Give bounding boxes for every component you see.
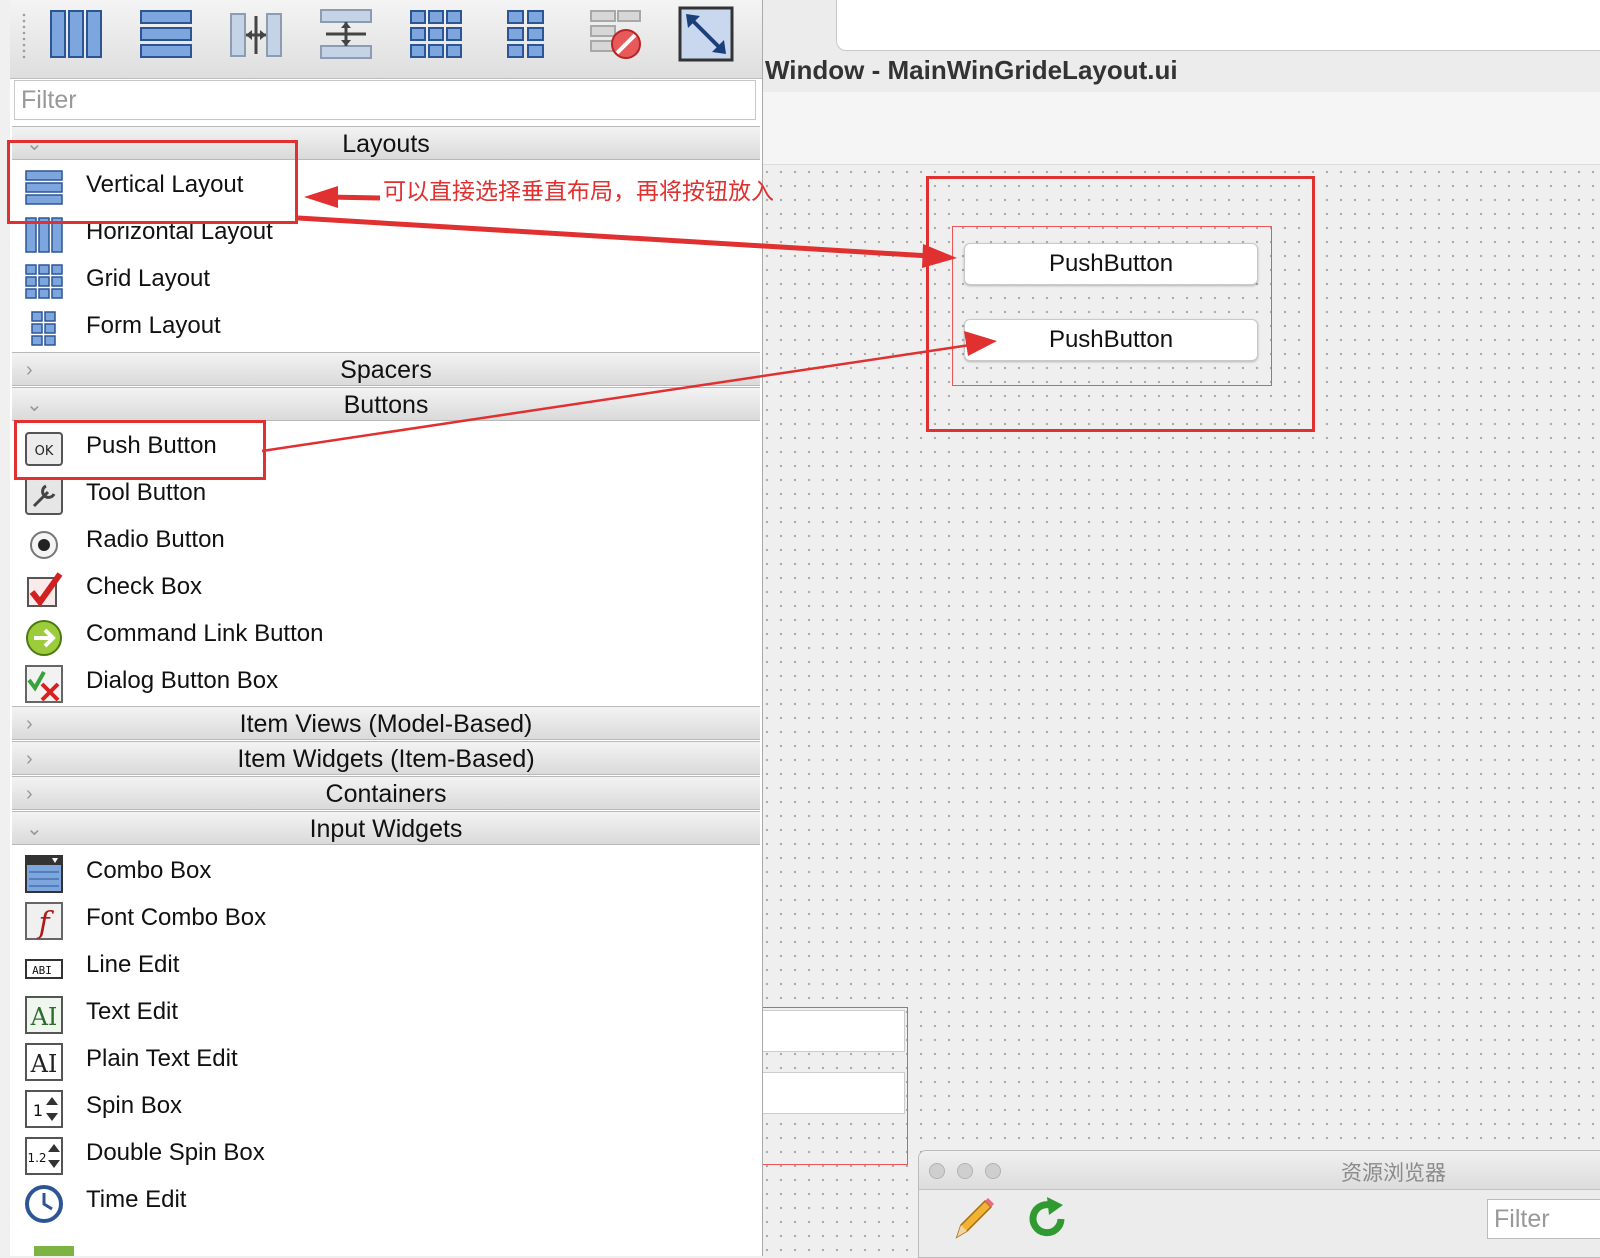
widget-form-layout[interactable]: Form Layout bbox=[10, 303, 750, 350]
layout-toolbar bbox=[10, 0, 762, 79]
form-layout-icon[interactable] bbox=[498, 6, 554, 62]
spin-box-icon: 1 bbox=[25, 1090, 63, 1128]
widget-check-box[interactable]: Check Box bbox=[10, 564, 750, 611]
category-label: Layouts bbox=[342, 130, 430, 158]
widget-next-item-partial bbox=[34, 1246, 74, 1256]
widget-label: Grid Layout bbox=[86, 265, 211, 292]
form-push-button-1[interactable]: PushButton bbox=[964, 243, 1258, 285]
toolbar-grip-icon[interactable] bbox=[22, 12, 26, 60]
vertical-splitter-icon[interactable] bbox=[318, 6, 374, 62]
widget-label: Radio Button bbox=[86, 526, 225, 553]
widget-double-spin-box[interactable]: 1.2 Double Spin Box bbox=[10, 1130, 750, 1177]
line-edit-icon: ABI bbox=[25, 959, 63, 979]
form-menu-strip bbox=[760, 92, 1600, 165]
resource-browser-title: 资源浏览器 bbox=[1341, 1162, 1446, 1185]
widget-font-combo-box[interactable]: f Font Combo Box bbox=[10, 895, 750, 942]
svg-text:ABI: ABI bbox=[32, 964, 52, 977]
widget-label: Tool Button bbox=[86, 479, 207, 506]
svg-text:AI: AI bbox=[30, 1003, 58, 1031]
window-title: Window - MainWinGrideLayout.ui bbox=[765, 55, 1178, 85]
combo-box-icon bbox=[25, 855, 63, 893]
category-item-views[interactable]: › Item Views (Model-Based) bbox=[12, 706, 760, 740]
text-edit-icon: AI bbox=[25, 996, 63, 1034]
svg-text:1: 1 bbox=[33, 1101, 43, 1120]
widget-label: Combo Box bbox=[86, 857, 212, 884]
top-window-panel bbox=[836, 0, 1600, 51]
vertical-layout-highlight-box bbox=[7, 140, 298, 224]
category-label: Item Widgets (Item-Based) bbox=[237, 745, 535, 773]
widget-label: Text Edit bbox=[86, 998, 179, 1025]
horizontal-layout-icon[interactable] bbox=[48, 6, 104, 62]
push-button-highlight-box bbox=[14, 420, 266, 480]
widget-dialog-button-box[interactable]: Dialog Button Box bbox=[10, 658, 750, 705]
widget-grid-layout[interactable]: Grid Layout bbox=[10, 256, 750, 303]
widget-combo-box[interactable]: Combo Box bbox=[10, 848, 750, 895]
dialog-button-box-icon bbox=[25, 665, 63, 703]
widget-label: Dialog Button Box bbox=[86, 667, 279, 694]
resource-browser-panel: 资源浏览器 Filter bbox=[918, 1150, 1600, 1258]
widget-line-edit[interactable]: ABI Line Edit bbox=[10, 942, 750, 989]
category-label: Containers bbox=[325, 780, 447, 808]
category-input-widgets[interactable]: ⌄ Input Widgets bbox=[12, 811, 760, 845]
widget-command-link-button[interactable]: Command Link Button bbox=[10, 611, 750, 658]
widget-label: Double Spin Box bbox=[86, 1139, 265, 1166]
resource-filter-input[interactable]: Filter bbox=[1487, 1199, 1600, 1239]
form-layout-icon bbox=[31, 311, 56, 346]
chevron-down-icon: ⌄ bbox=[26, 394, 43, 416]
widget-spin-box[interactable]: 1 Spin Box bbox=[10, 1083, 750, 1130]
chevron-right-icon: › bbox=[26, 713, 33, 735]
svg-text:1.2: 1.2 bbox=[27, 1151, 46, 1165]
close-window-icon[interactable] bbox=[929, 1163, 945, 1179]
reload-icon[interactable] bbox=[1023, 1195, 1071, 1245]
font-combo-box-icon: f bbox=[25, 902, 63, 941]
radio-button-icon bbox=[30, 531, 58, 559]
clock-icon bbox=[25, 1185, 63, 1223]
category-label: Spacers bbox=[340, 356, 432, 384]
widget-label: Time Edit bbox=[86, 1186, 187, 1213]
minimize-window-icon[interactable] bbox=[957, 1163, 973, 1179]
tool-button-icon bbox=[25, 477, 63, 515]
widget-label: Plain Text Edit bbox=[86, 1045, 238, 1072]
vertical-layout-icon[interactable] bbox=[138, 6, 194, 62]
widget-radio-button[interactable]: Radio Button bbox=[10, 517, 750, 564]
chevron-right-icon: › bbox=[26, 359, 33, 381]
category-label: Input Widgets bbox=[309, 815, 463, 843]
annotation-text: 可以直接选择垂直布局，再将按钮放入 bbox=[383, 178, 774, 204]
widget-time-edit[interactable]: Time Edit bbox=[10, 1177, 750, 1224]
category-buttons[interactable]: ⌄ Buttons bbox=[12, 387, 760, 421]
plain-text-edit-icon: AI bbox=[25, 1043, 63, 1081]
widget-filter-input[interactable] bbox=[14, 80, 756, 120]
zoom-window-icon[interactable] bbox=[985, 1163, 1001, 1179]
chevron-down-icon: ⌄ bbox=[26, 818, 43, 840]
svg-text:AI: AI bbox=[30, 1050, 58, 1078]
category-containers[interactable]: › Containers bbox=[12, 776, 760, 810]
adjust-size-icon[interactable] bbox=[678, 6, 734, 62]
pencil-edit-icon[interactable] bbox=[949, 1195, 997, 1245]
widget-plain-text-edit[interactable]: AI Plain Text Edit bbox=[10, 1036, 750, 1083]
widget-label: Form Layout bbox=[86, 312, 221, 339]
widget-label: Font Combo Box bbox=[86, 904, 267, 931]
widget-label: Command Link Button bbox=[86, 620, 324, 647]
chevron-right-icon: › bbox=[26, 783, 33, 805]
form-line-edit-2[interactable] bbox=[752, 1072, 905, 1114]
grid-layout-icon bbox=[25, 264, 63, 299]
widget-label: Line Edit bbox=[86, 951, 180, 978]
double-spin-box-icon: 1.2 bbox=[25, 1137, 63, 1175]
category-spacers[interactable]: › Spacers bbox=[12, 352, 760, 386]
widget-label: Check Box bbox=[86, 573, 203, 600]
command-link-icon bbox=[26, 620, 62, 656]
category-label: Buttons bbox=[343, 391, 429, 419]
widget-text-edit[interactable]: AI Text Edit bbox=[10, 989, 750, 1036]
resource-browser-titlebar: 资源浏览器 bbox=[919, 1151, 1600, 1190]
check-box-icon bbox=[27, 572, 63, 607]
grid-layout-icon[interactable] bbox=[408, 6, 464, 62]
horizontal-splitter-icon[interactable] bbox=[228, 6, 284, 62]
widget-label: Spin Box bbox=[86, 1092, 183, 1119]
chevron-right-icon: › bbox=[26, 748, 33, 770]
form-push-button-2[interactable]: PushButton bbox=[964, 319, 1258, 361]
form-line-edit-1[interactable] bbox=[752, 1010, 905, 1052]
break-layout-icon[interactable] bbox=[588, 6, 644, 62]
category-item-widgets[interactable]: › Item Widgets (Item-Based) bbox=[12, 741, 760, 775]
category-label: Item Views (Model-Based) bbox=[239, 710, 533, 738]
